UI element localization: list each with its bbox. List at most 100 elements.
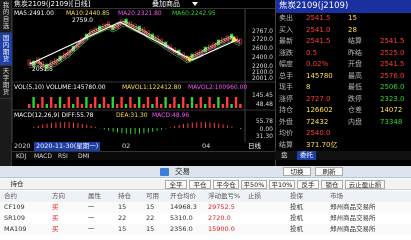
column-header[interactable]: 开仓均价 — [170, 192, 196, 201]
mavol2-readout: MAVOL2:100960.00 — [188, 84, 248, 91]
quote-value: 126602 — [306, 106, 333, 114]
table-cell: 投机 — [290, 203, 303, 211]
chart-title: 焦炭2109(j2109)[日线] — [14, 0, 91, 8]
sidebar-tab-tianzi-futures[interactable]: 天字期货 — [0, 66, 12, 99]
column-header[interactable]: 市场 — [330, 192, 343, 201]
sidebar-tab-domestic-futures[interactable]: 国内期货 — [0, 33, 12, 66]
volume-bar — [186, 104, 189, 108]
lock-position-button[interactable]: 锁仓 — [321, 180, 343, 189]
table-cell: 2356.0 — [170, 225, 193, 233]
dea-readout: DEA:31.30 — [116, 112, 148, 119]
table-cell: 15900.0 — [208, 225, 235, 233]
volume-bar — [217, 97, 220, 108]
close-10-button[interactable]: 平10% — [269, 180, 295, 189]
volume-bar — [151, 104, 154, 108]
volume-bar — [138, 97, 141, 108]
column-header[interactable]: 方向 — [52, 192, 65, 201]
reverse-button[interactable]: 反手 — [297, 180, 319, 189]
trade-icon — [160, 168, 169, 176]
macd-bar — [121, 128, 123, 134]
sidebar-tab-favorites[interactable]: 我的自选 — [0, 0, 12, 33]
quote-value: 0.02% — [306, 60, 329, 68]
vol-axis-label: 145.45 — [252, 92, 273, 99]
column-header[interactable]: 浮动盈亏% — [208, 192, 240, 201]
close-50-button[interactable]: 平50% — [241, 180, 267, 189]
tab-positions[interactable]: 持仓 — [4, 180, 30, 189]
tab-disk[interactable]: 盘 — [281, 151, 288, 160]
mavol1-readout: MAVOL1:122412.80 — [122, 84, 182, 91]
tab-kdj[interactable]: KDJ — [16, 152, 26, 161]
macd-bar — [183, 124, 184, 128]
table-row[interactable]: MA109 买 一 15 15 2356.0 15900.0 投机 郑州商品交易所 — [0, 224, 411, 235]
peak-price: 2759.0 — [72, 17, 93, 24]
refresh-button[interactable]: 刷新 — [315, 167, 343, 176]
quote-volume: 15 — [348, 14, 357, 22]
table-cell: 买 — [52, 203, 59, 211]
quote-value: 0.5 — [306, 48, 318, 57]
tab-orders[interactable]: 委托 — [297, 151, 316, 160]
table-row[interactable]: SR109 买 一 22 22 5310.0 2720.0 投机 郑州商品交易所 — [0, 213, 411, 224]
volume-bar — [102, 97, 106, 108]
tab-dmi[interactable]: DMI — [78, 152, 90, 161]
quote-label: 最低 — [348, 83, 362, 91]
volume-bar — [221, 104, 224, 108]
cursor-date: 2020-11-30(星期一) — [34, 142, 101, 151]
volume-bar — [177, 104, 180, 108]
column-header[interactable]: 止损 — [248, 192, 261, 201]
table-cell: 买 — [52, 214, 59, 222]
quote-value: 72432 — [306, 117, 329, 126]
amount-label: 结算 — [279, 141, 293, 149]
macd-bar — [95, 127, 96, 128]
kline-chart[interactable]: 焦炭2109(j2109)[日线] 叠加商品 MA5:2491.00 MA10:… — [12, 0, 275, 151]
quote-tabs: 盘 委托 — [275, 151, 411, 160]
macd-bar — [64, 122, 66, 128]
chevron-down-icon[interactable] — [192, 2, 198, 6]
macd-bar — [86, 124, 88, 128]
macd-bar — [169, 127, 171, 128]
ma60-readout: MA60:2242.95 — [172, 10, 216, 17]
volume-bar — [116, 104, 119, 108]
macd-bar — [139, 128, 140, 134]
column-header[interactable]: 持仓 — [118, 192, 131, 201]
cloud-stop-button[interactable]: 云止盈止损 — [345, 180, 385, 189]
volume-bar — [80, 104, 84, 108]
macd-bar — [55, 122, 57, 128]
table-cell: 买 — [52, 225, 59, 233]
table-cell: MA109 — [4, 225, 27, 233]
quote-value: 2525.0 — [380, 48, 405, 57]
overlay-commodity-menu[interactable]: 叠加商品 — [152, 0, 180, 9]
macd-bar — [227, 125, 228, 128]
column-header[interactable]: 属性 — [88, 192, 101, 201]
macd-bar — [178, 125, 180, 128]
column-header[interactable]: 可用 — [146, 192, 159, 201]
macd-bar — [143, 128, 145, 134]
close-position-button[interactable]: 平仓 — [189, 180, 211, 189]
column-header[interactable]: 合约 — [4, 192, 17, 201]
low-price: 2051.5 — [32, 66, 53, 73]
volume-bar — [173, 97, 176, 108]
quote-label: 幅度 — [279, 60, 293, 68]
volume-bar — [67, 97, 70, 108]
macd-bar — [103, 128, 105, 130]
close-all-button[interactable]: 全平 — [165, 180, 187, 189]
volume-bar — [28, 104, 31, 108]
switch-button[interactable]: 切换 — [283, 167, 311, 176]
macd-bar — [108, 128, 110, 131]
tab-macd[interactable]: MACD — [34, 152, 52, 161]
quote-label: 外盘 — [279, 117, 293, 126]
tab-rsi[interactable]: RSI — [58, 152, 68, 161]
table-row[interactable]: CF109 买 一 15 15 14968.3 29752.5 投机 郑州商品交易所 — [0, 202, 411, 213]
period-label[interactable]: 日线 — [248, 142, 261, 151]
quote-label: 涨停 — [279, 94, 293, 103]
volume-bar — [208, 97, 211, 108]
quote-value: 2506.0 — [380, 83, 405, 91]
quote-label: 开盘 — [348, 60, 362, 68]
macd-bar — [200, 122, 202, 128]
macd-bar — [134, 128, 136, 134]
macd-bar — [51, 122, 52, 128]
trade-panel: 交易 持仓 全平 平仓 平今仓 平50% 平10% 反手 锁仓 云止盈止损 切换… — [0, 166, 411, 240]
column-header[interactable]: 投保 — [290, 192, 303, 201]
close-today-button[interactable]: 平今仓 — [213, 180, 239, 189]
x-axis-year: 2020 — [14, 142, 31, 150]
macd-axis-label: 0.00 — [259, 126, 273, 133]
